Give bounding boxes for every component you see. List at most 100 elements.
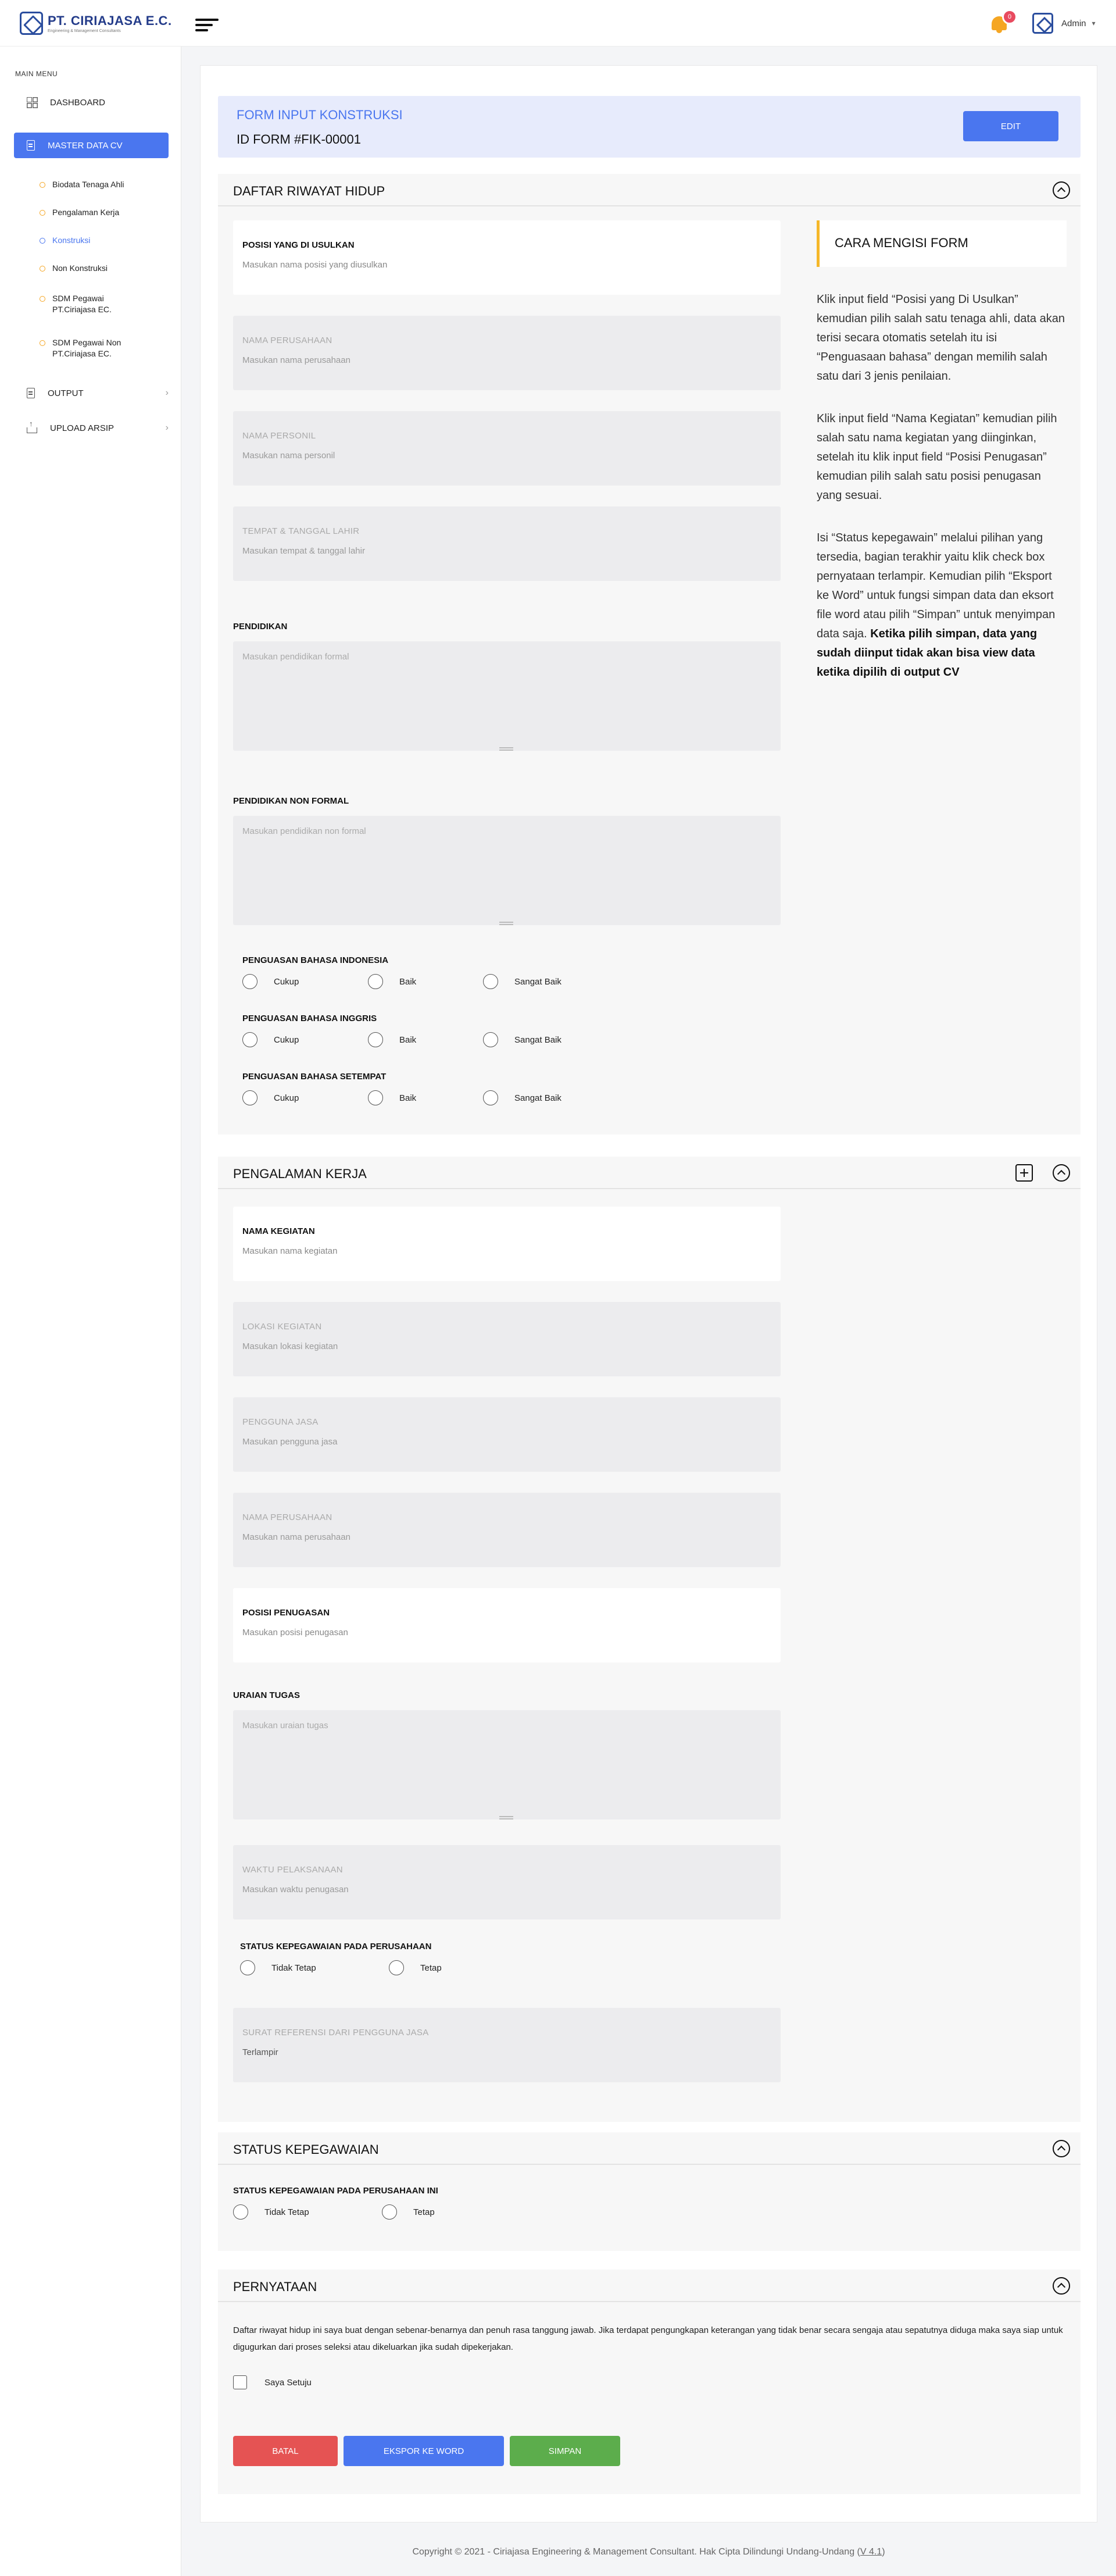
radio-inggris-baik[interactable]: Baik	[368, 1032, 416, 1047]
bahasa-setempat-label: PENGUASAN BAHASA SETEMPAT	[242, 1072, 387, 1082]
cv-section: DAFTAR RIWAYAT HIDUP POSISI YANG DI USUL…	[218, 174, 1081, 1134]
sidebar-subitem-biodata[interactable]: Biodata Tenaga Ahli	[40, 179, 124, 190]
field-label: POSISI PENUGASAN	[242, 1608, 330, 1618]
nama-perusahaan-kerja-input	[242, 1532, 766, 1542]
footer: Copyright © 2021 - Ciriajasa Engineering…	[181, 2547, 1116, 2557]
avatar	[1032, 13, 1053, 34]
nama-perusahaan-field: NAMA PERUSAHAAN	[233, 316, 781, 390]
section-header: DAFTAR RIWAYAT HIDUP	[218, 174, 1081, 206]
field-label: PENGGUNA JASA	[242, 1417, 319, 1427]
radio-indonesia-baik[interactable]: Baik	[368, 974, 416, 989]
sidebar-item-upload-arsip[interactable]: UPLOAD ARSIP ›	[14, 415, 169, 441]
chevron-right-icon: ›	[165, 388, 169, 398]
notification-bell-icon[interactable]: 0	[989, 9, 1017, 34]
radio-status-tidak-tetap[interactable]: Tidak Tetap	[233, 2204, 309, 2220]
edit-button[interactable]: EDIT	[963, 111, 1058, 141]
section-title: DAFTAR RIWAYAT HIDUP	[233, 184, 385, 198]
sidebar-subitem-konstruksi[interactable]: Konstruksi	[39, 235, 90, 246]
export-word-button[interactable]: EKSPOR KE WORD	[344, 2436, 504, 2466]
grid-icon	[27, 97, 37, 108]
form-title: FORM INPUT KONSTRUKSI	[237, 108, 403, 122]
save-button[interactable]: SIMPAN	[510, 2436, 620, 2466]
upload-icon	[27, 419, 37, 433]
posisi-penugasan-field: POSISI PENUGASAN	[233, 1588, 781, 1662]
field-label: WAKTU PELAKSANAAN	[242, 1865, 343, 1875]
form-header: FORM INPUT KONSTRUKSI ID FORM #FIK-00001…	[218, 96, 1081, 158]
radio-inggris-cukup[interactable]: Cukup	[242, 1032, 299, 1047]
agree-label: Saya Setuju	[264, 2377, 312, 2388]
sidebar-item-master-data-cv[interactable]: MASTER DATA CV	[14, 133, 169, 158]
work-section: PENGALAMAN KERJA	[218, 1157, 1081, 1189]
waktu-pelaksanaan-field: WAKTU PELAKSANAAN	[233, 1845, 781, 1919]
nama-perusahaan-kerja-field: NAMA PERUSAHAAN	[233, 1493, 781, 1567]
file-icon	[27, 140, 35, 151]
help-panel: CARA MENGISI FORM Klik input field “Posi…	[817, 220, 1067, 682]
ttl-field: TEMPAT & TANGGAL LAHIR	[233, 506, 781, 581]
lokasi-kegiatan-input	[242, 1341, 766, 1351]
statement-section: PERNYATAAN Daftar riwayat hidup ini saya…	[218, 2270, 1081, 2494]
nama-personil-field: NAMA PERSONIL	[233, 411, 781, 486]
footer-copyright: Copyright © 2021 - Ciriajasa Engineering…	[412, 2547, 860, 2557]
uraian-tugas-textarea[interactable]	[233, 1710, 781, 1819]
radio-setempat-cukup[interactable]: Cukup	[242, 1090, 299, 1105]
help-paragraph-3: Isi “Status kepegawain” melalui pilihan …	[817, 531, 1056, 679]
radio-setempat-baik[interactable]: Baik	[368, 1090, 416, 1105]
section-header: PERNYATAAN	[218, 2270, 1081, 2302]
add-icon[interactable]	[1015, 1164, 1033, 1182]
collapse-icon[interactable]	[1053, 2140, 1070, 2157]
collapse-icon[interactable]	[1053, 2277, 1070, 2295]
surat-referensi-value: Terlampir	[242, 2047, 278, 2057]
sidebar-subitem-pengalaman[interactable]: Pengalaman Kerja	[39, 207, 119, 218]
pengguna-jasa-field: PENGGUNA JASA	[233, 1397, 781, 1472]
cancel-button[interactable]: BATAL	[233, 2436, 338, 2466]
radio-status-tetap[interactable]: Tetap	[382, 2204, 435, 2220]
logo-mark-icon	[20, 12, 43, 35]
sidebar-subitem-sdm-non-pegawai[interactable]: SDM Pegawai Non PT.Ciriajasa EC.	[40, 337, 140, 359]
radio-indonesia-cukup[interactable]: Cukup	[242, 974, 299, 989]
radio-work-tidak-tetap[interactable]: Tidak Tetap	[240, 1960, 316, 1975]
field-label: NAMA PERSONIL	[242, 431, 316, 441]
resize-handle-icon[interactable]	[499, 1816, 513, 1819]
resize-handle-icon[interactable]	[499, 922, 513, 925]
pendidikan-label: PENDIDIKAN	[233, 622, 288, 631]
field-label: SURAT REFERENSI DARI PENGGUNA JASA	[242, 2028, 429, 2038]
sidebar-item-label: DASHBOARD	[50, 97, 106, 108]
company-logo[interactable]: PT. CIRIAJASA E.C. Engineering & Managem…	[20, 12, 172, 35]
field-label: NAMA PERUSAHAAN	[242, 336, 332, 345]
menu-heading: MAIN MENU	[15, 70, 58, 78]
version-link[interactable]: V 4.1	[860, 2547, 882, 2557]
section-title: STATUS KEPEGAWAIAN	[233, 2142, 379, 2157]
sidebar-item-label: UPLOAD ARSIP	[50, 423, 115, 433]
field-label: LOKASI KEGIATAN	[242, 1322, 322, 1332]
radio-inggris-sangat-baik[interactable]: Sangat Baik	[483, 1032, 561, 1047]
sidebar-subitem-non-konstruksi[interactable]: Non Konstruksi	[40, 263, 108, 274]
sidebar-item-label: OUTPUT	[48, 388, 84, 398]
radio-setempat-sangat-baik[interactable]: Sangat Baik	[483, 1090, 561, 1105]
ttl-input	[242, 546, 766, 556]
sidebar-item-output[interactable]: OUTPUT ›	[14, 380, 169, 406]
user-name: Admin	[1061, 18, 1086, 28]
posisi-penugasan-input[interactable]	[242, 1628, 766, 1637]
resize-handle-icon[interactable]	[499, 747, 513, 751]
section-header: STATUS KEPEGAWAIAN	[218, 2132, 1081, 2165]
radio-indonesia-sangat-baik[interactable]: Sangat Baik	[483, 974, 561, 989]
field-label: POSISI YANG DI USULKAN	[242, 240, 355, 250]
collapse-icon[interactable]	[1053, 1164, 1070, 1182]
chevron-right-icon: ›	[165, 423, 169, 433]
agree-checkbox[interactable]: Saya Setuju	[233, 2375, 312, 2389]
collapse-icon[interactable]	[1053, 181, 1070, 199]
posisi-input[interactable]	[242, 260, 766, 270]
waktu-pelaksanaan-input	[242, 1885, 766, 1894]
pendidikan-non-formal-textarea[interactable]	[233, 816, 781, 925]
section-header: PENGALAMAN KERJA	[218, 1157, 1081, 1189]
status-perusahaan-ini-label: STATUS KEPEGAWAIAN PADA PERUSAHAAN INI	[233, 2186, 438, 2196]
pendidikan-textarea[interactable]	[233, 641, 781, 751]
nama-kegiatan-input[interactable]	[242, 1246, 766, 1256]
radio-work-tetap[interactable]: Tetap	[389, 1960, 442, 1975]
menu-toggle-icon[interactable]	[195, 19, 219, 31]
sidebar-subitem-sdm-pegawai[interactable]: SDM Pegawai PT.Ciriajasa EC.	[40, 293, 140, 315]
help-header: CARA MENGISI FORM	[817, 220, 1067, 267]
user-menu[interactable]: Admin ▾	[1032, 13, 1096, 34]
field-label: TEMPAT & TANGGAL LAHIR	[242, 526, 360, 536]
sidebar-item-dashboard[interactable]: DASHBOARD	[14, 90, 169, 115]
